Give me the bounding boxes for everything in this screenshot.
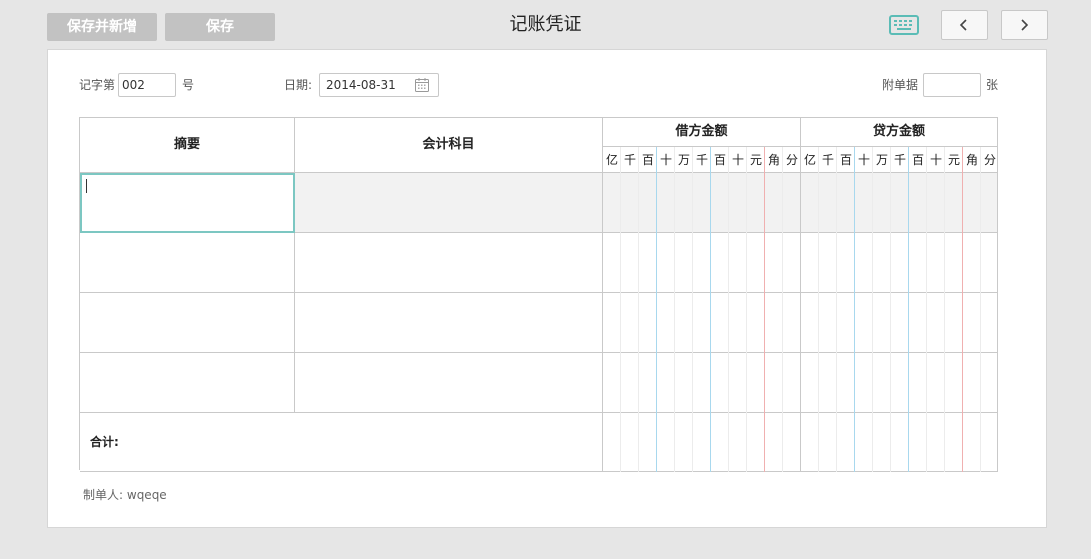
- debit-header-label: 借方金额: [675, 124, 728, 139]
- digit-column-separator: [620, 147, 621, 472]
- digit-column-separator: [962, 147, 963, 472]
- credit-digit-unit: 万: [875, 153, 888, 167]
- digit-column-separator: [890, 147, 891, 472]
- credit-digit-unit: 千: [821, 153, 834, 167]
- credit-digit-unit: 角: [965, 153, 978, 167]
- credit-digit-unit: 分: [983, 153, 996, 167]
- digit-column-separator: [746, 147, 747, 472]
- digit-column-separator: [656, 147, 657, 472]
- summary-cell[interactable]: [80, 353, 295, 413]
- debit-digit-unit: 万: [677, 153, 690, 167]
- total-label: 合计:: [90, 435, 119, 449]
- prev-voucher-button[interactable]: [941, 10, 988, 40]
- credit-header-label: 贷方金额: [872, 124, 925, 139]
- digit-column-separator: [836, 147, 837, 472]
- credit-digit-unit: 元: [947, 153, 960, 167]
- digit-column-separator: [854, 147, 855, 472]
- debit-total-cell: [603, 413, 801, 472]
- account-column-header: 会计科目: [295, 118, 603, 173]
- credit-digit-unit: 十: [857, 153, 870, 167]
- digit-column-separator: [764, 147, 765, 472]
- total-row-label-cell: 合计:: [80, 413, 603, 472]
- date-value: 2014-08-31: [326, 78, 396, 92]
- digit-column-separator: [872, 147, 873, 472]
- debit-amount-cell[interactable]: [603, 353, 801, 413]
- debit-digit-unit: 十: [731, 153, 744, 167]
- money-header-divider: [801, 146, 998, 147]
- debit-digit-unit: 百: [641, 153, 654, 167]
- debit-amount-cell[interactable]: [603, 173, 801, 233]
- debit-digit-unit: 元: [749, 153, 762, 167]
- creator-name: wqeqe: [126, 488, 167, 502]
- debit-amount-cell[interactable]: [603, 293, 801, 353]
- credit-digit-unit: 千: [893, 153, 906, 167]
- credit-amount-cell[interactable]: [801, 173, 998, 233]
- digit-column-separator: [638, 147, 639, 472]
- debit-digit-unit: 角: [767, 153, 780, 167]
- summary-column-header: 摘要: [80, 118, 295, 173]
- debit-digit-unit: 百: [713, 153, 726, 167]
- digit-column-separator: [728, 147, 729, 472]
- debit-digit-unit: 分: [785, 153, 798, 167]
- attachment-count-input[interactable]: [923, 73, 981, 97]
- voucher-table: 摘要 会计科目 借方金额 贷方金额 亿千百十万千百十元角分亿千百十万千百十元角分…: [79, 117, 998, 472]
- text-caret: [86, 179, 87, 193]
- chevron-left-icon: [959, 19, 967, 31]
- voucher-panel: 记字第 002 号 日期: 2014-08-31 附单据 张 摘要 会计科目 借…: [47, 49, 1047, 528]
- creator-info: 制单人: wqeqe: [83, 486, 167, 503]
- digit-column-separator: [692, 147, 693, 472]
- digit-column-separator: [710, 147, 711, 472]
- keyboard-icon[interactable]: [889, 15, 919, 35]
- voucher-prefix-label: 记字第: [79, 78, 116, 92]
- credit-total-cell: [801, 413, 998, 472]
- date-input[interactable]: 2014-08-31: [319, 73, 439, 97]
- credit-amount-cell[interactable]: [801, 233, 998, 293]
- account-cell[interactable]: [295, 233, 603, 293]
- attachment-suffix-label: 张: [986, 78, 999, 92]
- digit-column-separator: [980, 147, 981, 472]
- digit-column-separator: [944, 147, 945, 472]
- digit-column-separator: [818, 147, 819, 472]
- date-label: 日期:: [284, 78, 313, 92]
- attachment-label: 附单据: [882, 78, 919, 92]
- calendar-icon[interactable]: [414, 77, 430, 93]
- summary-cell[interactable]: [80, 233, 295, 293]
- digit-column-separator: [926, 147, 927, 472]
- credit-digit-unit: 十: [929, 153, 942, 167]
- credit-digit-unit: 百: [839, 153, 852, 167]
- summary-cell[interactable]: [80, 173, 295, 233]
- credit-digit-unit: 亿: [803, 153, 816, 167]
- debit-digit-unit: 千: [695, 153, 708, 167]
- creator-label: 制单人:: [83, 488, 124, 502]
- account-cell[interactable]: [295, 173, 603, 233]
- next-voucher-button[interactable]: [1001, 10, 1048, 40]
- money-header-divider: [603, 146, 801, 147]
- account-cell[interactable]: [295, 353, 603, 413]
- digit-column-separator: [782, 147, 783, 472]
- digit-column-separator: [908, 147, 909, 472]
- credit-digit-unit: 百: [911, 153, 924, 167]
- debit-digit-unit: 十: [659, 153, 672, 167]
- digit-column-separator: [674, 147, 675, 472]
- voucher-suffix-label: 号: [182, 78, 195, 92]
- summary-cell[interactable]: [80, 293, 295, 353]
- page-title: 记账凭证: [509, 14, 582, 35]
- credit-amount-cell[interactable]: [801, 353, 998, 413]
- chevron-right-icon: [1021, 19, 1029, 31]
- debit-amount-cell[interactable]: [603, 233, 801, 293]
- debit-digit-unit: 亿: [605, 153, 618, 167]
- credit-amount-cell[interactable]: [801, 293, 998, 353]
- debit-digit-unit: 千: [623, 153, 636, 167]
- voucher-number-input[interactable]: 002: [118, 73, 176, 97]
- account-cell[interactable]: [295, 293, 603, 353]
